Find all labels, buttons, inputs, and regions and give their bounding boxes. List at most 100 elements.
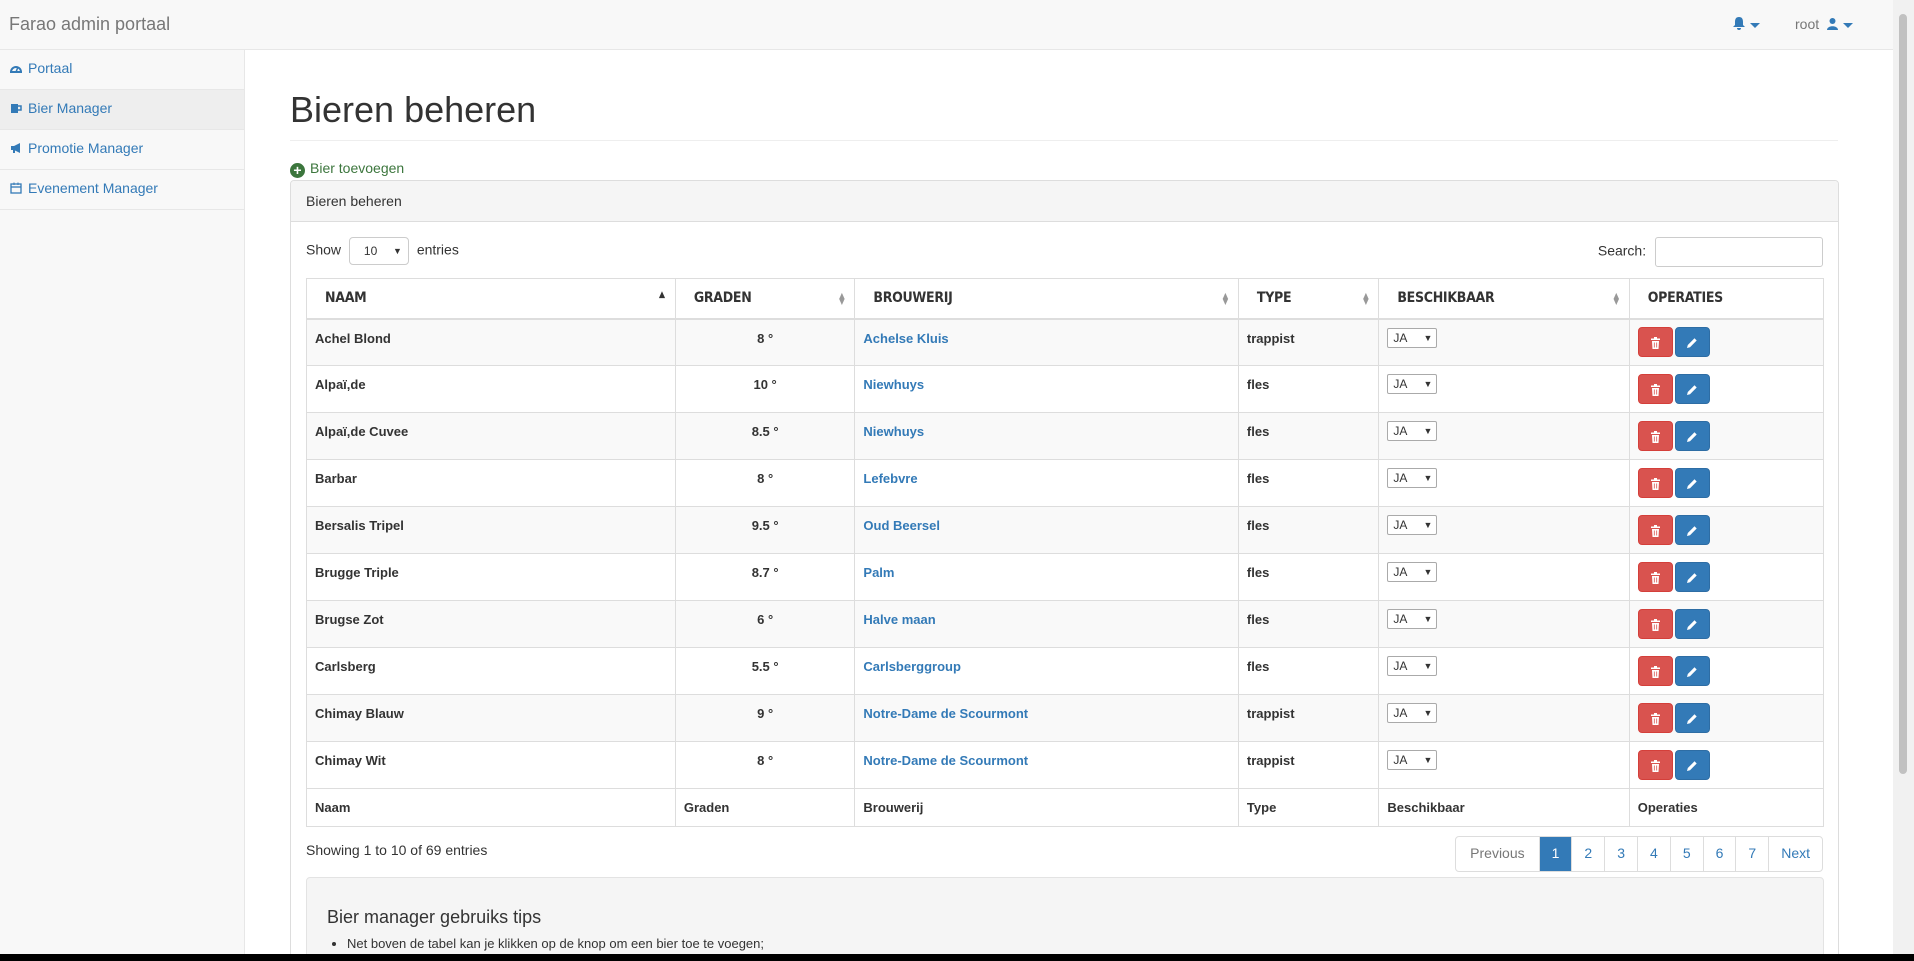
edit-button[interactable] — [1674, 421, 1710, 451]
brewery-link[interactable]: Notre-Dame de Scourmont — [863, 706, 1028, 721]
brewery-link[interactable]: Niewhuys — [863, 377, 924, 392]
brewery-link[interactable]: Lefebvre — [863, 471, 917, 486]
column-footer-graden: Graden — [674, 788, 856, 827]
cell-beschikbaar: JA ▼ — [1378, 506, 1630, 554]
sort-icon: ▲ ▼ — [1363, 291, 1369, 306]
column-header-naam[interactable]: NAAM ▲ — [306, 278, 676, 320]
availability-select[interactable]: JA ▼ — [1387, 609, 1438, 629]
username: root — [1795, 16, 1820, 32]
brewery-link[interactable]: Notre-Dame de Scourmont — [863, 753, 1028, 768]
availability-select[interactable]: JA ▼ — [1387, 703, 1438, 723]
column-header-brouwerij[interactable]: BROUWERIJ ▲ ▼ — [854, 278, 1239, 320]
edit-button[interactable] — [1674, 562, 1710, 592]
availability-select[interactable]: JA ▼ — [1387, 515, 1438, 535]
delete-button[interactable] — [1637, 421, 1673, 451]
cell-operaties — [1628, 600, 1825, 648]
brand-title[interactable]: Farao admin portaal — [9, 14, 170, 35]
delete-button[interactable] — [1637, 703, 1673, 733]
brewery-link[interactable]: Niewhuys — [863, 424, 924, 439]
brewery-link[interactable]: Oud Beersel — [863, 518, 940, 533]
column-header-beschikbaar[interactable]: BESCHIKBAAR ▲ ▼ — [1378, 278, 1630, 320]
chevron-down-icon: ▼ — [1423, 708, 1433, 718]
edit-button[interactable] — [1674, 750, 1710, 780]
page-button-7[interactable]: 7 — [1735, 837, 1768, 871]
brewery-link[interactable]: Achelse Kluis — [863, 331, 948, 346]
beers-panel: Bieren beheren Show 10 ▼ entries Search: … — [290, 180, 1839, 961]
pencil-icon — [1687, 714, 1697, 724]
trash-icon — [1650, 666, 1660, 678]
sidebar-item-promotie-manager[interactable]: Promotie Manager — [0, 130, 244, 170]
cell-operaties — [1628, 553, 1825, 601]
availability-select[interactable]: JA ▼ — [1387, 562, 1438, 582]
edit-button[interactable] — [1674, 468, 1710, 498]
table-body: Achel Blond 8 ° Achelse Kluis trappist JA ▼ Al… — [306, 318, 1825, 789]
beer-icon — [11, 104, 22, 113]
delete-button[interactable] — [1637, 374, 1673, 404]
cell-naam: Chimay Blauw — [306, 694, 676, 742]
availability-select[interactable]: JA ▼ — [1387, 468, 1438, 488]
search-input[interactable] — [1655, 237, 1823, 267]
cell-graden: 5.5 ° — [674, 647, 856, 695]
trash-icon — [1650, 619, 1660, 631]
add-beer-link[interactable]: + Bier toevoegen — [290, 160, 404, 178]
tips-title: Bier manager gebruiks tips — [327, 907, 542, 927]
column-header-label: OPERATIES — [1647, 290, 1723, 307]
chevron-down-icon: ▼ — [1423, 473, 1433, 483]
edit-button[interactable] — [1674, 515, 1710, 545]
availability-select[interactable]: JA ▼ — [1387, 421, 1438, 441]
user-dropdown[interactable]: root — [1795, 16, 1854, 32]
availability-select[interactable]: JA ▼ — [1387, 327, 1438, 348]
brewery-link[interactable]: Palm — [863, 565, 894, 580]
entries-value: 10 — [363, 244, 378, 258]
brewery-link[interactable]: Carlsberggroup — [863, 659, 961, 674]
sidebar-item-portaal[interactable]: Portaal — [0, 50, 244, 90]
cell-type: fles — [1237, 600, 1380, 648]
delete-button[interactable] — [1637, 515, 1673, 545]
edit-button[interactable] — [1674, 656, 1710, 686]
cell-beschikbaar: JA ▼ — [1378, 694, 1630, 742]
delete-button[interactable] — [1637, 327, 1673, 358]
page-button-6[interactable]: 6 — [1702, 837, 1736, 871]
availability-select[interactable]: JA ▼ — [1387, 656, 1438, 676]
delete-button[interactable] — [1637, 609, 1673, 639]
cell-brouwerij: Niewhuys — [854, 365, 1239, 413]
page-button-5[interactable]: 5 — [1669, 837, 1703, 871]
entries-select[interactable]: 10 ▼ — [348, 237, 409, 265]
trash-icon — [1650, 384, 1660, 396]
sidebar-item-label: Promotie Manager — [28, 140, 144, 156]
cell-type: trappist — [1237, 741, 1380, 789]
page-button-3[interactable]: 3 — [1604, 837, 1637, 871]
table-row: Brugse Zot 6 ° Halve maan fles JA ▼ — [306, 600, 1825, 648]
cell-naam: Bersalis Tripel — [306, 506, 676, 554]
delete-button[interactable] — [1637, 468, 1673, 498]
next-button[interactable]: Next — [1768, 837, 1822, 871]
scrollbar[interactable] — [1893, 0, 1914, 961]
trash-icon — [1650, 431, 1660, 443]
delete-button[interactable] — [1637, 562, 1673, 592]
availability-value: JA — [1393, 424, 1408, 438]
brewery-link[interactable]: Halve maan — [863, 612, 935, 627]
tips-list: Net boven de tabel kan je klikken op de … — [327, 936, 1803, 951]
page-button-1[interactable]: 1 — [1538, 837, 1572, 871]
availability-select[interactable]: JA ▼ — [1387, 750, 1438, 770]
cell-brouwerij: Halve maan — [854, 600, 1239, 648]
edit-button[interactable] — [1674, 609, 1710, 639]
column-header-type[interactable]: TYPE ▲ ▼ — [1237, 278, 1380, 320]
availability-select[interactable]: JA ▼ — [1387, 374, 1438, 394]
notifications-dropdown[interactable] — [1733, 16, 1760, 32]
delete-button[interactable] — [1637, 656, 1673, 686]
page-button-4[interactable]: 4 — [1637, 837, 1670, 871]
sidebar-item-bier-manager[interactable]: Bier Manager — [0, 90, 244, 130]
previous-button[interactable]: Previous — [1456, 837, 1538, 871]
sidebar: Portaal Bier Manager Promotie Manager Ev… — [0, 50, 245, 961]
edit-button[interactable] — [1674, 703, 1710, 733]
scrollbar-thumb[interactable] — [1899, 14, 1907, 774]
cell-graden: 8 ° — [674, 741, 856, 789]
delete-button[interactable] — [1637, 750, 1673, 780]
column-header-graden[interactable]: GRADEN ▲ ▼ — [674, 278, 856, 320]
sidebar-item-evenement-manager[interactable]: Evenement Manager — [0, 170, 244, 210]
edit-button[interactable] — [1674, 327, 1710, 358]
page-button-2[interactable]: 2 — [1571, 837, 1604, 871]
cell-graden: 8 ° — [674, 318, 856, 366]
edit-button[interactable] — [1674, 374, 1710, 404]
